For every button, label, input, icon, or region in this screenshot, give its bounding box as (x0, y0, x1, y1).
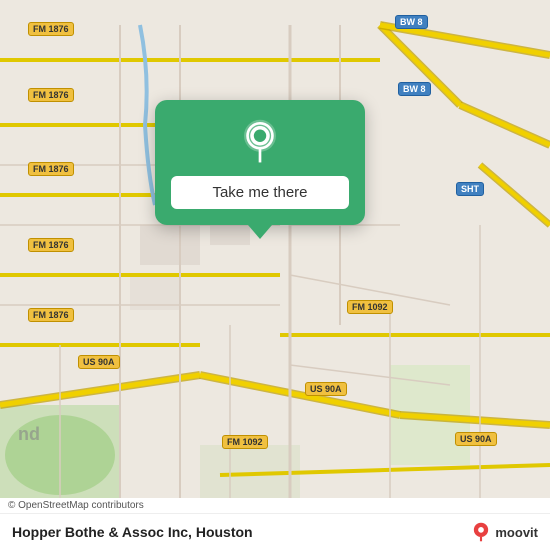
location-pin-icon (236, 118, 284, 166)
road-label-sht: SHT (456, 182, 484, 196)
road-label-fm1092-2: FM 1092 (222, 435, 268, 449)
road-label-fm1092-1: FM 1092 (347, 300, 393, 314)
road-label-us90a-3: US 90A (455, 432, 497, 446)
moovit-logo: moovit (471, 522, 538, 542)
road-label-us90a-2: US 90A (305, 382, 347, 396)
partial-text-nd: nd (18, 424, 40, 445)
bottom-bar: © OpenStreetMap contributors Hopper Both… (0, 498, 550, 550)
place-info-bar: Hopper Bothe & Assoc Inc, Houston moovit (0, 513, 550, 550)
popup-card: Take me there (155, 100, 365, 225)
attribution-text: © OpenStreetMap contributors (8, 500, 144, 511)
road-label-fm1876-4: FM 1876 (28, 238, 74, 252)
place-name: Hopper Bothe & Assoc Inc, Houston (12, 524, 253, 540)
road-label-bw8-1: BW 8 (395, 15, 428, 29)
map-container: FM 1876 BW 8 FM 1876 BW 8 FM 1876 SHT FM… (0, 0, 550, 550)
map-roads (0, 0, 550, 550)
take-me-there-button[interactable]: Take me there (171, 176, 349, 209)
road-label-fm1876-3: FM 1876 (28, 162, 74, 176)
map-attribution: © OpenStreetMap contributors (0, 498, 550, 513)
road-label-bw8-2: BW 8 (398, 82, 431, 96)
road-label-fm1876-1: FM 1876 (28, 22, 74, 36)
moovit-pin-icon (471, 522, 491, 542)
moovit-text: moovit (495, 525, 538, 540)
road-label-fm1876-2: FM 1876 (28, 88, 74, 102)
road-label-us90a-1: US 90A (78, 355, 120, 369)
road-label-fm1876-5: FM 1876 (28, 308, 74, 322)
